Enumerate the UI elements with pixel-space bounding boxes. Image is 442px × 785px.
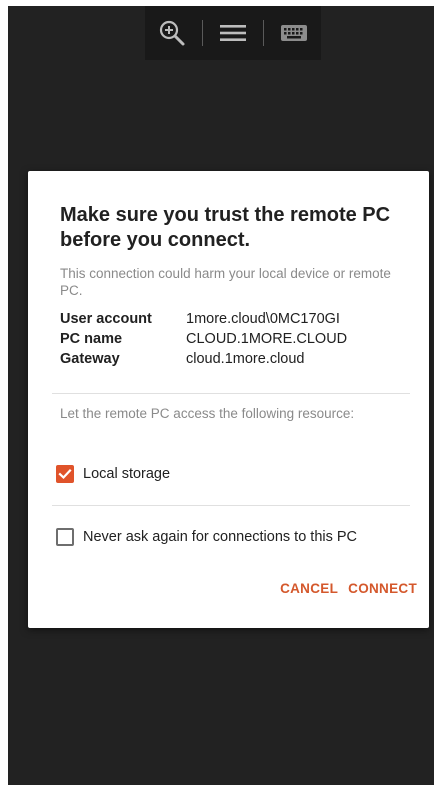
never-ask-label: Never ask again for connections to this … — [83, 529, 358, 545]
zoom-button[interactable] — [146, 6, 198, 60]
menu-icon — [220, 25, 246, 41]
local-storage-label: Local storage — [83, 466, 171, 482]
checkmark-icon — [58, 468, 72, 480]
connection-info: User account 1more.cloud\0MC170GI PC nam… — [60, 309, 414, 369]
info-label: PC name — [60, 331, 123, 347]
dialog-actions: CANCEL CONNECT — [280, 581, 417, 596]
info-label: Gateway — [60, 351, 120, 367]
cancel-button[interactable]: CANCEL — [280, 581, 338, 596]
info-row-gateway: Gateway cloud.1more.cloud — [60, 349, 414, 369]
never-ask-checkbox[interactable] — [56, 528, 74, 546]
resource-text: Let the remote PC access the following r… — [60, 406, 355, 421]
dialog-title: Make sure you trust the remote PC before… — [60, 204, 391, 251]
info-value: cloud.1more.cloud — [186, 351, 305, 367]
menu-button[interactable] — [207, 6, 259, 60]
local-storage-checkbox[interactable] — [56, 465, 74, 483]
trust-remote-pc-dialog: Make sure you trust the remote PC before… — [28, 171, 429, 628]
remote-desktop-screen: Make sure you trust the remote PC before… — [8, 6, 434, 785]
keyboard-button[interactable] — [268, 6, 320, 60]
info-row-pc-name: PC name CLOUD.1MORE.CLOUD — [60, 329, 414, 349]
info-value: CLOUD.1MORE.CLOUD — [186, 331, 348, 347]
local-storage-checkbox-row[interactable]: Local storage — [56, 465, 170, 483]
never-ask-checkbox-row[interactable]: Never ask again for connections to this … — [56, 528, 357, 546]
info-row-user-account: User account 1more.cloud\0MC170GI — [60, 309, 414, 329]
warning-text: This connection could harm your local de… — [60, 266, 391, 298]
session-toolbar — [145, 6, 321, 60]
connect-button[interactable]: CONNECT — [348, 581, 417, 596]
keyboard-icon — [281, 25, 307, 41]
toolbar-separator — [263, 20, 264, 46]
zoom-in-icon — [159, 20, 185, 46]
divider — [52, 505, 410, 506]
info-value: 1more.cloud\0MC170GI — [186, 311, 340, 327]
toolbar-separator — [202, 20, 203, 46]
divider — [52, 393, 410, 394]
info-label: User account — [60, 311, 152, 327]
